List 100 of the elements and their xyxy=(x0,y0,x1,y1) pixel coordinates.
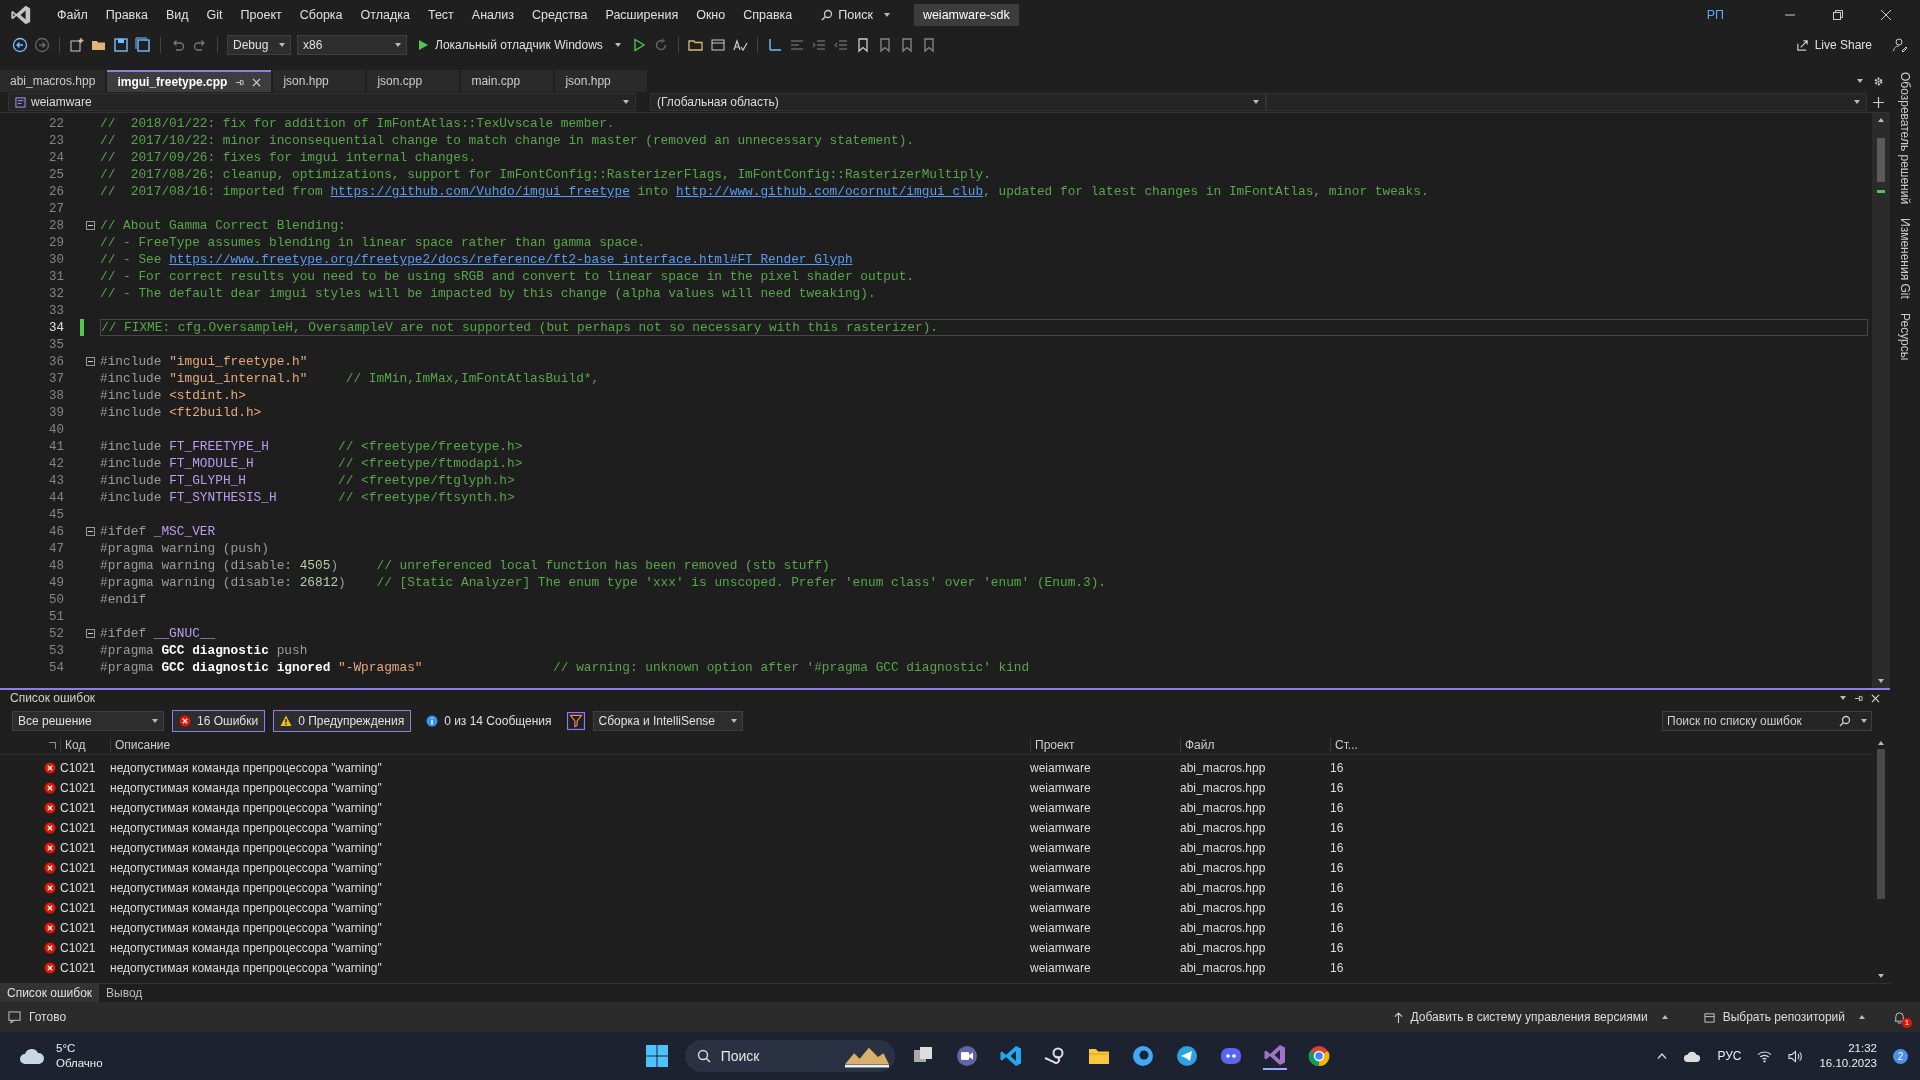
document-tab[interactable]: json.cpp xyxy=(367,70,460,92)
spellcheck-icon[interactable] xyxy=(731,37,748,53)
back-icon[interactable] xyxy=(12,37,28,53)
scope-dropdown[interactable]: Все решение xyxy=(12,711,164,731)
code-editor-icon[interactable] xyxy=(998,1044,1023,1068)
project-dropdown[interactable]: weiamware xyxy=(8,93,636,111)
collapse-icon[interactable] xyxy=(86,221,95,230)
live-share-button[interactable]: Live Share xyxy=(1789,37,1878,53)
browser-icon[interactable] xyxy=(1306,1044,1331,1068)
language-indicator[interactable]: РУС xyxy=(1717,1049,1742,1063)
error-row[interactable]: C1021 недопустимая команда препроцессора "warning" weiamware abi_macros.hpp 16 xyxy=(0,818,1872,838)
close-icon[interactable] xyxy=(1881,10,1891,20)
close-icon[interactable] xyxy=(252,77,262,87)
speaker-icon[interactable] xyxy=(1788,1049,1804,1063)
cloud-icon[interactable] xyxy=(1683,1049,1702,1063)
menu-item[interactable]: Файл xyxy=(48,8,97,22)
filter-toggle[interactable]: 0 Предупреждения xyxy=(273,710,412,732)
panel-tab[interactable]: Список ошибок xyxy=(0,984,100,1002)
error-row[interactable]: C1021 недопустимая команда препроцессора "warning" weiamware abi_macros.hpp 16 xyxy=(0,858,1872,878)
error-row[interactable]: C1021 недопустимая команда препроцессора "warning" weiamware abi_macros.hpp 16 xyxy=(0,918,1872,938)
link[interactable]: https://www.freetype.org/freetype2/docs/reference/ft2-base_interface.html#FT_Render_Glyph xyxy=(169,252,853,267)
error-row[interactable]: C1021 недопустимая команда препроцессора "warning" weiamware abi_macros.hpp 16 xyxy=(0,798,1872,818)
window-icon[interactable] xyxy=(709,37,726,53)
error-row[interactable]: C1021 недопустимая команда препроцессора "warning" weiamware abi_macros.hpp 16 xyxy=(0,778,1872,798)
error-row[interactable]: C1021 недопустимая команда препроцессора "warning" weiamware abi_macros.hpp 16 xyxy=(0,958,1872,978)
bell-icon[interactable] xyxy=(1893,1010,1906,1024)
collapse-icon[interactable] xyxy=(86,629,95,638)
restore-icon[interactable] xyxy=(1833,10,1843,20)
add-to-source-control-button[interactable]: Добавить в систему управления версиями xyxy=(1387,1009,1674,1025)
document-tab[interactable]: json.hpp xyxy=(273,70,366,92)
panel-tab[interactable]: Вывод xyxy=(99,984,150,1002)
forward-icon[interactable] xyxy=(34,37,50,53)
taskbar-search-field[interactable]: Поиск xyxy=(684,1040,895,1072)
select-repository-button[interactable]: Выбрать репозиторий xyxy=(1697,1009,1871,1025)
split-icon[interactable] xyxy=(1873,96,1884,108)
menu-item[interactable]: Сборка xyxy=(290,8,352,22)
menu-item[interactable]: Git xyxy=(197,8,232,22)
pin-icon[interactable] xyxy=(1854,693,1863,703)
column-header[interactable]: Описание xyxy=(110,738,1030,752)
side-tab[interactable]: Изменения Git xyxy=(1898,218,1912,299)
menu-item[interactable]: Анализ xyxy=(462,8,524,22)
settings-icon[interactable] xyxy=(1873,75,1884,87)
column-header[interactable]: Файл xyxy=(1180,738,1330,752)
save-icon[interactable] xyxy=(113,37,129,53)
column-header[interactable]: Код xyxy=(60,738,110,752)
filter-toggle[interactable]: 0 из 14 Сообщения xyxy=(419,710,559,732)
search-field[interactable]: Поиск по списку ошибок xyxy=(1662,711,1872,731)
document-tab[interactable]: json.hpp xyxy=(555,70,648,92)
document-tab[interactable]: abi_macros.hpp xyxy=(0,70,106,92)
save-all-icon[interactable] xyxy=(135,37,151,53)
link[interactable]: https://github.com/Vuhdo/imgui_freetype xyxy=(330,184,630,199)
column-header[interactable]: Ст... xyxy=(1330,738,1366,752)
menu-item[interactable]: Отладка xyxy=(351,8,419,22)
search-button[interactable]: Поиск xyxy=(815,7,896,23)
document-tab[interactable]: imgui_freetype.cpp xyxy=(107,70,272,92)
menu-item[interactable]: Вид xyxy=(156,8,198,22)
tab-list-dropdown[interactable] xyxy=(1857,79,1863,83)
menu-item[interactable]: Окно xyxy=(687,8,735,22)
start-icon[interactable] xyxy=(644,1044,669,1068)
side-tab[interactable]: Обозреватель решений xyxy=(1898,72,1912,205)
collapse-icon[interactable] xyxy=(86,357,95,366)
scope-dropdown[interactable]: (Глобальная область) xyxy=(650,93,1266,111)
menu-item[interactable]: Средства xyxy=(523,8,597,22)
close-icon[interactable] xyxy=(1871,693,1880,703)
browser-icon[interactable] xyxy=(1130,1044,1155,1068)
pin-icon[interactable] xyxy=(235,77,245,87)
folder-icon[interactable] xyxy=(687,37,704,53)
search-input[interactable]: Поиск xyxy=(720,1048,835,1064)
error-row[interactable]: C1021 недопустимая команда препроцессора "warning" weiamware abi_macros.hpp 16 xyxy=(0,898,1872,918)
start-debugging-button[interactable]: Локальный отладчик Windows xyxy=(413,38,625,52)
error-row[interactable]: C1021 недопустимая команда препроцессора "warning" weiamware abi_macros.hpp 16 xyxy=(0,938,1872,958)
error-row[interactable]: C1021 недопустимая команда препроцессора "warning" weiamware abi_macros.hpp 16 xyxy=(0,878,1872,898)
sort-icon[interactable] xyxy=(49,741,56,749)
wifi-icon[interactable] xyxy=(1757,1049,1773,1063)
document-tab[interactable]: main.cpp xyxy=(461,70,554,92)
source-dropdown[interactable]: Сборка и IntelliSense xyxy=(592,711,743,731)
column-header[interactable]: Проект xyxy=(1030,738,1180,752)
menu-item[interactable]: Расширения xyxy=(596,8,688,22)
configuration-dropdown[interactable]: Debug xyxy=(227,35,291,55)
platform-dropdown[interactable]: x86 xyxy=(297,35,407,55)
scrollbar[interactable] xyxy=(1872,113,1890,688)
video-call-icon[interactable] xyxy=(954,1044,979,1068)
link[interactable]: http://www.github.com/ocornut/imgui_club xyxy=(675,184,984,199)
filter-toggle[interactable]: 16 Ошибки xyxy=(172,710,266,732)
panel-menu-dropdown[interactable] xyxy=(1840,696,1846,700)
side-tab[interactable]: Ресурсы xyxy=(1898,313,1912,361)
cursor-icon[interactable] xyxy=(766,37,783,53)
user-initials[interactable]: РП xyxy=(1706,8,1724,22)
chevron-up-icon[interactable] xyxy=(1657,1053,1668,1059)
collapse-icon[interactable] xyxy=(86,527,95,536)
filter-icon[interactable] xyxy=(566,712,585,730)
error-row[interactable]: C1021 недопустимая команда препроцессора "warning" weiamware abi_macros.hpp 16 xyxy=(0,838,1872,858)
feedback-icon[interactable] xyxy=(1892,37,1908,53)
new-project-icon[interactable] xyxy=(69,37,85,53)
clock-time[interactable]: 21:32 xyxy=(1848,1041,1877,1056)
menu-item[interactable]: Проект xyxy=(231,8,291,22)
menu-item[interactable]: Правка xyxy=(96,8,157,22)
clock-date[interactable]: 16.10.2023 xyxy=(1819,1056,1877,1071)
ide-icon[interactable] xyxy=(1262,1042,1287,1070)
error-row[interactable]: C1021 недопустимая команда препроцессора "warning" weiamware abi_macros.hpp 16 xyxy=(0,758,1872,778)
